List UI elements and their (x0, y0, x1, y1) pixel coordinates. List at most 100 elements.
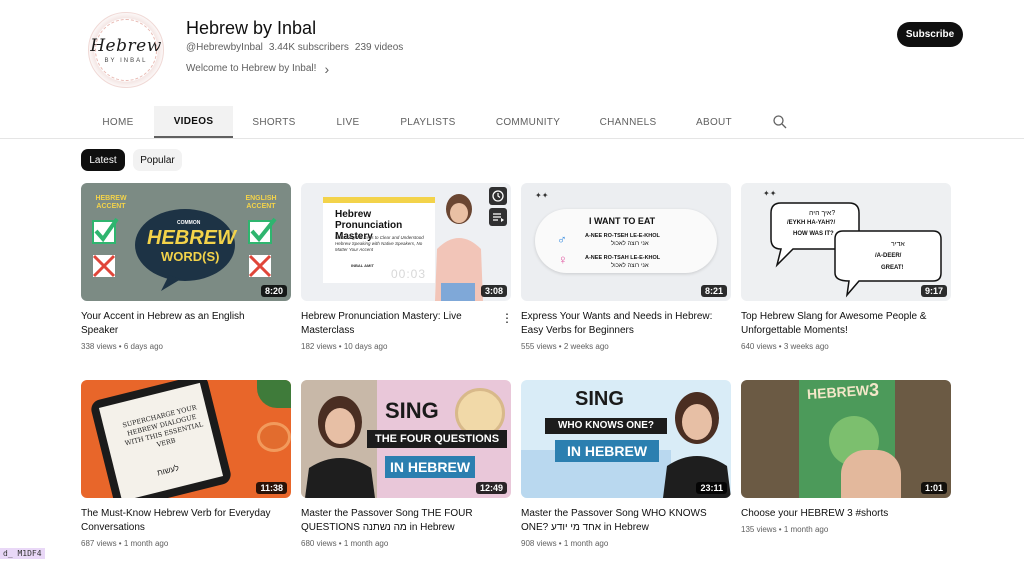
video-card[interactable]: ✦✦ איך היה? /EYKH HA-YAH?/ HOW WAS IT? א… (741, 183, 951, 351)
bubble2-he: אדיר (891, 241, 905, 248)
tab-live[interactable]: LIVE (322, 106, 374, 138)
chevron-right-icon: › (324, 60, 330, 77)
channel-avatar[interactable]: Hebrew BY INBAL (88, 12, 164, 88)
thumb-heading: I WANT TO EAT (589, 216, 656, 226)
male-icon: ♂ (557, 232, 567, 247)
video-meta: 908 views • 1 month ago (521, 539, 609, 548)
video-thumbnail[interactable]: SUPERCHARGE YOUR HEBREW DIALOGUE WITH TH… (81, 380, 291, 498)
video-thumbnail[interactable]: Hebrew Pronunciation Mastery Unlocking t… (301, 183, 511, 301)
video-card[interactable]: HEBREW 3 1:01 Choose your HEBREW 3 #shor… (741, 380, 951, 534)
female-icon: ♀ (558, 252, 568, 267)
bubble2-translit: /A-DEER/ (875, 253, 902, 259)
filter-latest[interactable]: Latest (81, 149, 125, 171)
video-meta: 135 views • 1 month ago (741, 525, 829, 534)
clock-icon[interactable] (489, 187, 507, 205)
search-icon[interactable] (772, 114, 788, 130)
bubble1-en: HOW WAS IT? (793, 231, 834, 237)
thumb-presenter (663, 392, 731, 498)
video-duration: 8:21 (700, 285, 727, 297)
tab-home[interactable]: HOME (88, 106, 148, 138)
channel-handle: @HebrewbyInbal (186, 42, 263, 53)
video-thumbnail[interactable]: SING WHO KNOWS ONE? IN HEBREW 23:11 (521, 380, 731, 498)
video-title[interactable]: Hebrew Pronunciation Mastery: Live Maste… (301, 310, 497, 338)
thumb-subtext: Unlocking the Keys to Clear and Understo… (335, 235, 424, 252)
avatar-ring (95, 19, 157, 81)
video-card[interactable]: Hebrew Pronunciation Mastery Unlocking t… (301, 183, 513, 351)
video-title[interactable]: Choose your HEBREW 3 #shorts (741, 507, 937, 521)
thumb-line2: A-NEE RO-TSAH LE-E-KHOL (585, 255, 661, 261)
subscriber-count: 3.44K subscribers (268, 42, 349, 53)
thumb-book-number: 3 (869, 380, 880, 400)
thumb-band: WHO KNOWS ONE? (545, 418, 667, 434)
video-thumbnail[interactable]: ✦✦ איך היה? /EYKH HA-YAH?/ HOW WAS IT? א… (741, 183, 951, 301)
bubble2-en: GREAT! (881, 265, 904, 271)
video-card[interactable]: I WANT TO EAT ♂ A-NEE RO-TSEH LE-E-KHOL … (521, 183, 731, 351)
video-title[interactable]: Your Accent in Hebrew as an English Spea… (81, 310, 277, 338)
thumb-left-label: HEBREW ACCENT (95, 195, 127, 210)
thumb-band: THE FOUR QUESTIONS (367, 430, 507, 448)
thumb-line1: A-NEE RO-TSEH LE-E-KHOL (585, 233, 660, 239)
video-meta: 338 views • 6 days ago (81, 342, 163, 351)
video-thumbnail[interactable]: HEBREW ACCENT ENGLISH ACCENT COMMON HEBR… (81, 183, 291, 301)
video-title[interactable]: The Must-Know Hebrew Verb for Everyday C… (81, 507, 277, 535)
thumb-center-small: COMMON (177, 220, 201, 226)
video-card[interactable]: SING THE FOUR QUESTIONS IN HEBREW 12:49 … (301, 380, 511, 548)
video-card[interactable]: SUPERCHARGE YOUR HEBREW DIALOGUE WITH TH… (81, 380, 291, 548)
subscribe-button[interactable]: Subscribe (897, 22, 963, 47)
video-meta: 680 views • 1 month ago (301, 539, 389, 548)
video-meta: 182 views • 10 days ago (301, 342, 388, 351)
tab-shorts[interactable]: SHORTS (244, 106, 304, 138)
video-title[interactable]: Master the Passover Song THE FOUR QUESTI… (301, 507, 497, 535)
tab-channels[interactable]: CHANNELS (592, 106, 664, 138)
video-duration: 8:20 (260, 285, 287, 297)
thumb-lang: IN HEBREW (385, 456, 475, 478)
filter-popular[interactable]: Popular (133, 149, 182, 171)
video-duration: 3:08 (480, 285, 507, 297)
video-thumbnail[interactable]: SING THE FOUR QUESTIONS IN HEBREW 12:49 (301, 380, 511, 498)
video-title[interactable]: Express Your Wants and Needs in Hebrew: … (521, 310, 717, 338)
tab-community[interactable]: COMMUNITY (490, 106, 566, 138)
channel-meta: @HebrewbyInbal 3.44K subscribers 239 vid… (186, 42, 403, 53)
channel-description[interactable]: Welcome to Hebrew by Inbal! › (186, 60, 330, 77)
tab-videos[interactable]: VIDEOS (154, 106, 233, 138)
bubble1-translit: /EYKH HA-YAH?/ (787, 220, 836, 226)
channel-name: Hebrew by Inbal (186, 18, 317, 38)
thumb-sing: SING (575, 388, 624, 410)
video-duration: 9:17 (920, 285, 947, 297)
video-duration: 11:38 (256, 482, 287, 494)
video-count: 239 videos (354, 42, 404, 53)
video-title[interactable]: Top Hebrew Slang for Awesome People & Un… (741, 310, 937, 338)
video-card[interactable]: HEBREW ACCENT ENGLISH ACCENT COMMON HEBR… (81, 183, 291, 351)
video-thumbnail[interactable]: HEBREW 3 1:01 (741, 380, 951, 498)
video-meta: 640 views • 3 weeks ago (741, 342, 829, 351)
video-duration: 12:49 (475, 482, 507, 494)
thumb-sing: SING (385, 398, 439, 423)
plant (257, 380, 291, 408)
thumb-author: INBAL AMIT (351, 263, 374, 268)
thumb-right-label: ENGLISH ACCENT (245, 195, 277, 210)
video-meta: 555 views • 2 weeks ago (521, 342, 609, 351)
hand (841, 450, 901, 498)
video-meta: 687 views • 1 month ago (81, 539, 169, 548)
tab-playlists[interactable]: PLAYLISTS (392, 106, 464, 138)
thumb-presenter (305, 396, 375, 498)
video-duration: 1:01 (920, 482, 947, 494)
sparkle-icon: ✦✦ (535, 191, 549, 200)
video-card[interactable]: SING WHO KNOWS ONE? IN HEBREW 23:11 Mast… (521, 380, 731, 548)
video-title[interactable]: Master the Passover Song WHO KNOWS ONE? … (521, 507, 717, 535)
video-thumbnail[interactable]: I WANT TO EAT ♂ A-NEE RO-TSEH LE-E-KHOL … (521, 183, 731, 301)
coffee-cup (257, 422, 291, 452)
more-vert-icon[interactable]: ⋮ (501, 311, 513, 325)
overlay-tag: d_ M1DF4 (0, 548, 45, 559)
thumb-lang: IN HEBREW (555, 440, 659, 462)
thumb-line2-he: אני רוצה לאכול (611, 263, 649, 269)
thumb-line1-he: אני רוצה לאכול (611, 241, 649, 247)
queue-icon[interactable] (489, 208, 507, 226)
thumb-timer: 00:03 (391, 267, 427, 281)
tab-about[interactable]: ABOUT (688, 106, 740, 138)
channel-description-text: Welcome to Hebrew by Inbal! (186, 63, 317, 74)
thumbnail-art-bubbles (770, 202, 942, 298)
bubble1-he: איך היה? (809, 210, 836, 217)
thumb-presenter (435, 194, 483, 301)
channel-tabs: HOME VIDEOS SHORTS LIVE PLAYLISTS COMMUN… (0, 106, 1024, 139)
